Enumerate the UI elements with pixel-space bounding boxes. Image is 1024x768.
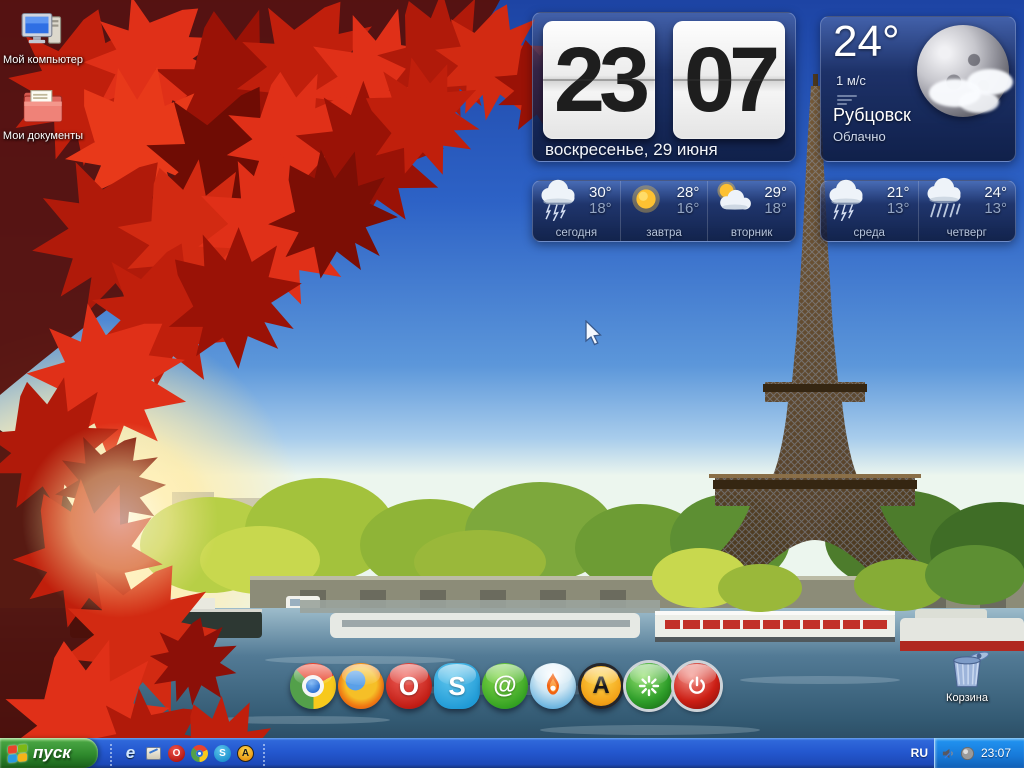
forecast-high: 30°: [589, 185, 612, 201]
dock: O S @ A: [290, 663, 720, 709]
forecast-high: 28°: [677, 185, 700, 201]
forecast-high: 29°: [764, 185, 787, 201]
opera-glyph: O: [168, 745, 185, 762]
forecast-cell: 28°16° завтра: [620, 181, 708, 241]
flame-icon: [540, 671, 566, 701]
tray-clock: 23:07: [981, 746, 1011, 760]
desktop-icon-label: Мой компьютер: [3, 54, 83, 67]
skype-glyph: S: [214, 745, 231, 762]
forecast-day: завтра: [621, 227, 708, 239]
forecast-cell: 21°13° среда: [821, 181, 918, 241]
desktop-icon-label: Мои документы: [3, 130, 83, 143]
aimp-glyph: A: [592, 672, 609, 700]
flip-clock-minutes: 07: [673, 21, 785, 139]
dock-firefox-icon[interactable]: [338, 663, 384, 709]
forecast-low: 18°: [589, 201, 612, 217]
thunderstorm-icon: [536, 177, 580, 221]
rain-icon: [922, 177, 966, 221]
forecast-day: вторник: [708, 227, 795, 239]
desktop: Мой компьютер Мои документы Корзина 23 0…: [0, 0, 1024, 768]
forecast-panel-left: 30°18° сегодня 28°16° завтра 29°18° втор…: [532, 180, 796, 242]
weather-condition: Облачно: [833, 129, 886, 144]
wind-dash: [837, 95, 857, 97]
flip-clock-hours: 23: [543, 21, 655, 139]
desktop-icon-my-computer[interactable]: Мой компьютер: [0, 8, 86, 67]
partly-cloudy-icon: [711, 177, 755, 221]
desktop-icon-label: Корзина: [946, 692, 988, 705]
mailru-agent-glyph: @: [493, 672, 516, 700]
forecast-cell: 24°13° четверг: [918, 181, 1016, 241]
quicklaunch-opera-icon[interactable]: O: [166, 743, 187, 764]
forecast-low: 13°: [887, 201, 910, 217]
forecast-day: среда: [821, 227, 918, 239]
forecast-cell: 30°18° сегодня: [533, 181, 620, 241]
flip-clock-widget: 23 07 воскресенье, 29 июня: [532, 12, 796, 162]
system-tray: 23:07: [934, 738, 1024, 768]
dock-opera-icon[interactable]: O: [386, 663, 432, 709]
ie-glyph: e: [126, 743, 135, 763]
volume-tray-icon[interactable]: [941, 746, 956, 761]
sunny-icon: [624, 177, 668, 221]
my-computer-icon: [21, 8, 65, 52]
dock-skype-icon[interactable]: S: [434, 663, 480, 709]
flip-clock-date: воскресенье, 29 июня: [545, 140, 718, 160]
my-documents-icon: [21, 84, 65, 128]
desktop-icon-my-documents[interactable]: Мои документы: [0, 84, 86, 143]
forecast-day: четверг: [919, 227, 1016, 239]
dock-shutdown-icon[interactable]: [674, 663, 720, 709]
dock-restart-icon[interactable]: [626, 663, 672, 709]
starburst-icon: [638, 675, 660, 697]
forecast-panel-right: 21°13° среда 24°13° четверг: [820, 180, 1016, 242]
dock-mailru-agent-icon[interactable]: @: [482, 663, 528, 709]
forecast-low: 13°: [984, 201, 1007, 217]
chrome-center: [306, 679, 320, 693]
quicklaunch-skype-icon[interactable]: S: [212, 743, 233, 764]
dock-chrome-icon[interactable]: [290, 663, 336, 709]
forecast-low: 16°: [677, 201, 700, 217]
quicklaunch-chrome-icon[interactable]: [189, 743, 210, 764]
forecast-high: 24°: [984, 185, 1007, 201]
power-icon: [686, 675, 708, 697]
recycle-bin-icon: [945, 646, 989, 690]
quick-launch-bar: e O S A: [104, 738, 272, 768]
forecast-high: 21°: [887, 185, 910, 201]
desktop-icon-recycle-bin[interactable]: Корзина: [924, 646, 1010, 705]
show-desktop-glyph: [146, 747, 161, 760]
quicklaunch-internet-explorer-icon[interactable]: e: [120, 743, 141, 764]
current-weather-widget: 24° 1 м/с Рубцовск Облачно: [820, 16, 1016, 162]
skype-glyph: S: [448, 671, 465, 702]
app-tray-icon[interactable]: [960, 746, 975, 761]
quick-launch-grip[interactable]: [110, 744, 116, 766]
wind-dash: [837, 99, 852, 101]
dock-download-master-icon[interactable]: [530, 663, 576, 709]
cloud-shape: [959, 91, 999, 113]
quicklaunch-aimp-icon[interactable]: A: [235, 743, 256, 764]
chrome-glyph: [191, 745, 208, 762]
forecast-day: сегодня: [533, 227, 620, 239]
weather-city: Рубцовск: [833, 105, 911, 126]
aimp-glyph: A: [237, 745, 254, 762]
quicklaunch-show-desktop-icon[interactable]: [143, 743, 164, 764]
opera-glyph: O: [399, 671, 419, 702]
start-button-label: пуск: [33, 743, 71, 763]
forecast-low: 18°: [764, 201, 787, 217]
language-indicator[interactable]: RU: [911, 738, 928, 768]
forecast-cell: 29°18° вторник: [707, 181, 795, 241]
taskbar: пуск e O S A RU 23:07: [0, 738, 1024, 768]
current-temperature: 24°: [833, 17, 900, 67]
windows-logo-icon: [8, 744, 27, 763]
dock-aimp-icon[interactable]: A: [578, 663, 624, 709]
current-wind: 1 м/с: [836, 73, 866, 88]
start-button[interactable]: пуск: [0, 738, 98, 768]
thunderstorm-icon: [824, 177, 868, 221]
quick-launch-grip[interactable]: [263, 744, 269, 766]
